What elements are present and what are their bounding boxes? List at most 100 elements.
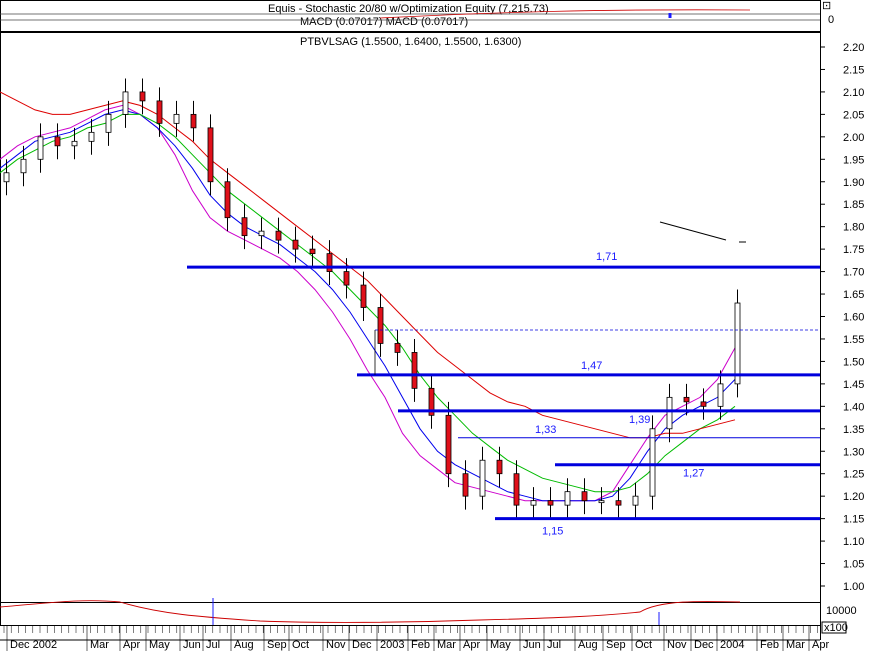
y-tick-label: 1.95 [843,154,864,166]
x-tick-label: Apr [463,639,480,651]
support-level-label: 1,33 [535,424,556,436]
candle-body [156,100,163,124]
y-tick-label: 1.50 [843,356,864,368]
candle-body [615,500,622,506]
candle-body [326,253,333,272]
x-tick-label: Sep [267,639,287,651]
candle-body [3,172,10,183]
stock-chart: Equis - Stochastic 20/80 w/Optimization … [0,0,864,651]
y-tick-label: 2.10 [843,87,864,99]
x-tick-label: Oct [635,639,652,651]
candle-body [564,491,571,506]
x-tick-label: Dec [352,639,372,651]
candle-body [224,181,231,219]
candle-body [122,91,129,115]
x-tick-label: Jul [547,639,561,651]
candle-body [360,284,367,308]
moving-average-line [0,109,736,502]
support-level-label: 1,15 [542,526,563,538]
y-tick-label: 1.40 [843,401,864,413]
indicator-title: Equis - Stochastic 20/80 w/Optimization … [268,3,549,15]
candle-body [88,131,95,142]
y-tick-label: 1.90 [843,177,864,189]
y-tick-label: 2.00 [843,132,864,144]
y-tick-label: 1.15 [843,514,864,526]
candle-body [462,473,469,497]
x-tick-label: Apr [123,639,140,651]
support-level-label: 1,39 [629,414,650,426]
candle-body [275,230,282,241]
support-level-label: 1,27 [683,468,704,480]
candle-body [258,230,265,237]
price-title: PTBVLSAG (1.5500, 1.6400, 1.5500, 1.6300… [300,36,521,48]
candle-body [683,396,690,403]
y-tick-label: 1.55 [843,334,864,346]
candle-body [173,113,180,124]
x-tick-label: Mar [90,639,109,651]
candle-body [734,302,741,385]
candle-body [479,459,486,497]
x-tick-label: May [149,639,170,651]
support-level-label: 1,47 [581,360,602,372]
candle-body [411,352,418,389]
candle-body [445,414,452,475]
x-tick-label: Jul [206,639,220,651]
volume-tick-label: 10000 [826,605,857,617]
x-tick-label: Jun [523,639,541,651]
candle-body [139,91,146,102]
y-tick-label: 2.05 [843,109,864,121]
candle-body [190,113,197,129]
y-tick-label: 1.05 [843,559,864,571]
candle-body [700,401,707,407]
candle-body [496,459,503,475]
candle-body [309,248,316,255]
x-tick-label: 2003 [380,639,404,651]
candle-body [37,136,44,160]
candle-body [20,158,27,174]
x-tick-label: Apr [812,639,829,651]
y-tick-label: 1.60 [843,312,864,324]
candle-body [54,136,61,147]
candle-body [105,113,112,133]
support-level-label: 1,71 [596,251,617,263]
y-tick-label: 1.65 [843,289,864,301]
candle-body [343,271,350,286]
y-tick-label: 1.45 [843,379,864,391]
candle-body [598,500,605,504]
candle-body [513,473,520,506]
x-tick-label: Jun [183,639,201,651]
candle-body [394,343,401,353]
moving-average-line [0,104,736,502]
y-tick-label: 1.85 [843,199,864,211]
candle-body [71,140,78,147]
y-tick-label: 1.20 [843,491,864,503]
candle-body [632,495,639,506]
candle-body [547,500,554,506]
candle-body [666,396,673,430]
y-tick-label: 1.70 [843,267,864,279]
candle-body [292,239,299,250]
x-tick-label: Oct [292,639,309,651]
moving-average-line [0,113,736,493]
x-tick-label: Aug [234,639,254,651]
y-tick-label: 2.15 [843,64,864,76]
equity-scroll-marker: ⊡ [822,0,831,12]
x-tick-label: Aug [578,639,598,651]
y-tick-label: 1.30 [843,446,864,458]
y-tick-label: 1.75 [843,244,864,256]
trend-annotation-line [659,221,727,241]
y-tick-label: 1.10 [843,536,864,548]
x-tick-label: Feb [411,639,430,651]
candle-body [649,428,656,497]
x-tick-label: Dec 2002 [10,639,57,651]
y-tick-label: 1.35 [843,424,864,436]
price-pane-frame [0,32,821,603]
x-tick-label: Dec [694,639,714,651]
unit-label: x100 [824,622,848,634]
candle-body [241,217,248,237]
candle-body [377,307,384,344]
zero-tick-label: 0 [828,14,834,26]
x-tick-label: Mar [437,639,456,651]
x-tick-label: May [490,639,511,651]
y-tick-label: 2.20 [843,42,864,54]
